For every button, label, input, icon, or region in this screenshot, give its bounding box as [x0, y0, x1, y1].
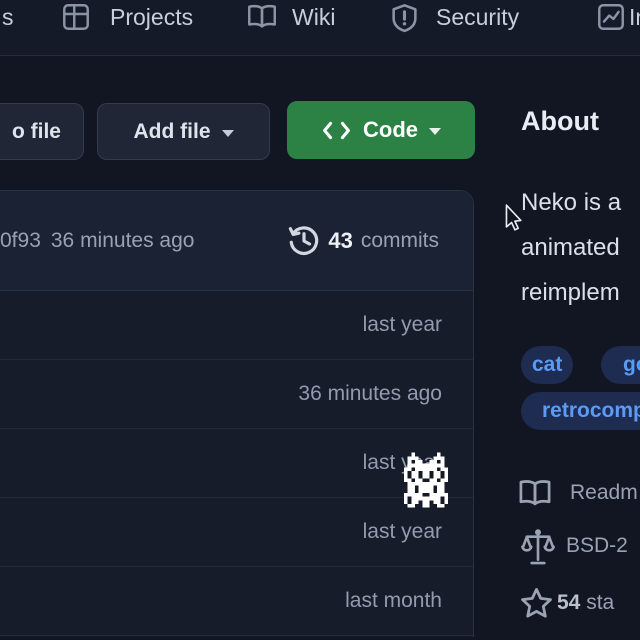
table-row[interactable]: last month	[0, 567, 473, 636]
commit-count-label: commits	[361, 229, 439, 253]
topic-label: go	[623, 353, 640, 377]
file-updated-time: 36 minutes ago	[298, 382, 442, 406]
topic-label: retrocomp	[542, 399, 640, 423]
stars-label: sta	[586, 591, 614, 614]
topic-tag-retrocomputing[interactable]: retrocomp	[521, 392, 640, 430]
security-shield-icon	[390, 3, 419, 33]
add-file-label: Add file	[134, 120, 211, 144]
commit-time: 36 minutes ago	[51, 229, 195, 253]
commit-count: 43	[328, 228, 352, 254]
chevron-down-icon	[429, 128, 441, 135]
table-row[interactable]: last year	[0, 498, 473, 567]
table-row[interactable]: last year	[0, 291, 473, 360]
neko-cat-sprite	[404, 450, 448, 514]
tab-security[interactable]: Security	[436, 2, 519, 32]
tab-issues-partial[interactable]: s	[2, 2, 14, 32]
commit-hash[interactable]: 0f93	[0, 229, 41, 253]
readme-link[interactable]: Readm	[570, 481, 638, 505]
repo-tab-bar: s Projects Wiki Security In	[0, 0, 640, 56]
add-file-button[interactable]: Add file	[97, 103, 270, 160]
topic-tag-cat[interactable]: cat	[521, 346, 573, 384]
code-icon	[321, 121, 352, 140]
about-description-line: Neko is a	[521, 180, 621, 225]
table-row[interactable]: last year	[0, 429, 473, 498]
topic-label: cat	[532, 353, 562, 377]
commit-history-link[interactable]: 43 commits	[287, 224, 439, 258]
tab-wiki[interactable]: Wiki	[292, 2, 335, 32]
file-updated-time: last year	[363, 520, 442, 544]
insights-graph-icon	[597, 3, 625, 31]
about-description-line: animated	[521, 225, 621, 270]
topic-tag-go[interactable]: go	[601, 346, 640, 384]
code-button[interactable]: Code	[287, 101, 475, 159]
mouse-cursor	[504, 204, 523, 231]
go-to-file-button[interactable]: o file	[0, 103, 84, 160]
history-clock-icon	[287, 224, 321, 258]
about-heading: About	[521, 106, 599, 137]
star-icon	[520, 587, 553, 619]
license-link[interactable]: BSD-2	[566, 534, 628, 558]
table-row[interactable]: 36 minutes ago	[0, 360, 473, 429]
about-description: Neko is a animated reimplem	[521, 180, 621, 315]
wiki-book-icon	[247, 3, 277, 31]
projects-icon	[62, 3, 90, 31]
tab-projects[interactable]: Projects	[110, 2, 193, 32]
code-label: Code	[363, 117, 418, 143]
go-to-file-label: o file	[12, 120, 61, 144]
file-updated-time: last month	[345, 589, 442, 613]
file-list-panel: 0f93 36 minutes ago 43 commits last year…	[0, 190, 474, 637]
readme-book-icon	[518, 479, 552, 508]
license-scales-icon	[521, 528, 555, 566]
chevron-down-icon	[222, 130, 234, 137]
tab-insights-partial[interactable]: In	[629, 2, 640, 32]
about-description-line: reimplem	[521, 270, 621, 315]
latest-commit-bar: 0f93 36 minutes ago 43 commits	[0, 191, 473, 291]
file-updated-time: last year	[363, 313, 442, 337]
stars-count: 54	[557, 591, 580, 614]
stars-link[interactable]: 54 sta	[557, 591, 614, 615]
